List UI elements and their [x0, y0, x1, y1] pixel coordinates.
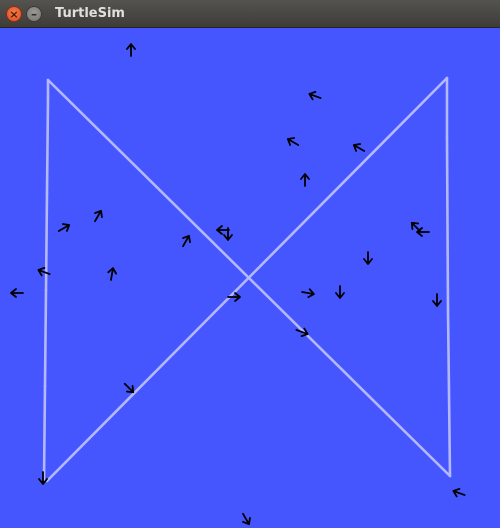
pen-trail-segment — [44, 191, 49, 292]
minimize-icon: – — [31, 7, 37, 21]
title-bar[interactable]: × – TurtleSim — [0, 0, 500, 28]
turtlesim-window: × – TurtleSim — [0, 0, 500, 528]
turtle-canvas — [0, 28, 500, 528]
close-icon: × — [9, 7, 19, 21]
pen-trail-segment — [445, 136, 450, 312]
close-button[interactable]: × — [6, 6, 22, 22]
pen-trail-segment — [42, 384, 47, 482]
pen-trail-segment — [43, 288, 48, 388]
minimize-button[interactable]: – — [26, 6, 42, 22]
turtle-canvas-svg — [0, 28, 500, 528]
pen-trail-segment — [45, 96, 50, 195]
window-title: TurtleSim — [55, 6, 125, 21]
